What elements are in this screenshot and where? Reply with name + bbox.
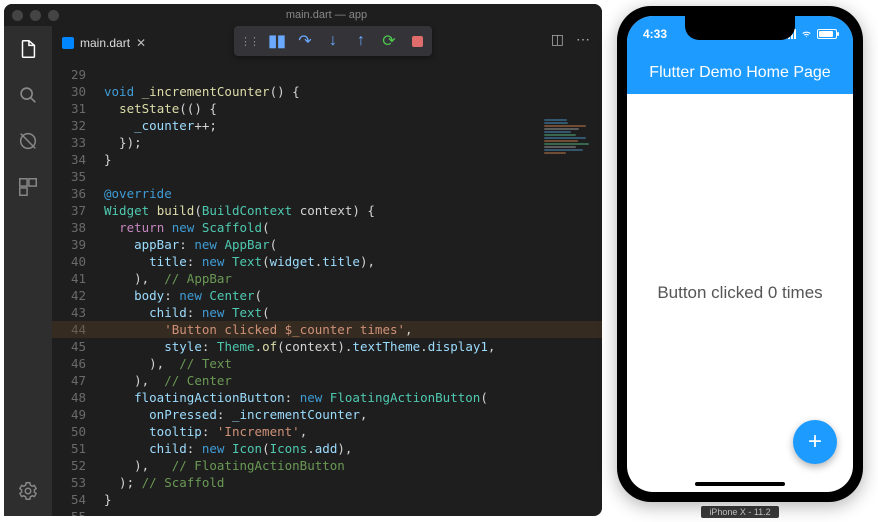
step-out-icon[interactable]: ↑ — [352, 32, 370, 50]
step-into-icon[interactable]: ↓ — [324, 32, 342, 50]
activity-bar — [4, 26, 52, 516]
line-gutter: 2930313233343536373839404142434445464748… — [52, 60, 98, 516]
debug-icon[interactable] — [15, 128, 41, 154]
titlebar: main.dart — app — [4, 4, 602, 26]
pause-icon[interactable]: ▮▮ — [268, 32, 286, 50]
more-actions-icon[interactable]: ⋯ — [576, 31, 590, 48]
debug-toolbar[interactable]: ⋮⋮ ▮▮ ↷ ↓ ↑ ⟳ — [234, 26, 432, 56]
app-bar: Flutter Demo Home Page — [627, 52, 853, 94]
drag-handle-icon[interactable]: ⋮⋮ — [240, 32, 258, 50]
fab-add-button[interactable]: + — [793, 420, 837, 464]
vscode-window: main.dart — app ⋮⋮ ▮▮ ↷ ↓ ↑ ⟳ ◫ ⋯ — [4, 4, 602, 516]
editor-area: main.dart ✕ 2930313233343536373839404142… — [52, 26, 602, 516]
wifi-icon — [800, 29, 813, 39]
editor-actions: ◫ ⋯ — [551, 31, 590, 48]
traffic-lights — [12, 10, 59, 21]
step-over-icon[interactable]: ↷ — [296, 32, 314, 50]
close-window-button[interactable] — [12, 10, 23, 21]
plus-icon: + — [808, 428, 822, 456]
search-icon[interactable] — [15, 82, 41, 108]
battery-icon — [817, 29, 837, 39]
hot-reload-icon[interactable]: ⟳ — [380, 32, 398, 50]
zoom-window-button[interactable] — [48, 10, 59, 21]
phone-notch — [685, 16, 795, 40]
counter-text: Button clicked 0 times — [657, 283, 822, 303]
simulator-panel: 4:33 Flutter Demo Home Page Button click… — [602, 0, 878, 522]
tab-main-dart[interactable]: main.dart ✕ — [52, 26, 156, 60]
minimize-window-button[interactable] — [30, 10, 41, 21]
home-indicator[interactable] — [695, 482, 785, 486]
code-content[interactable]: void _incrementCounter() { setState(() {… — [98, 60, 602, 516]
dart-file-icon — [62, 37, 74, 49]
phone-frame: 4:33 Flutter Demo Home Page Button click… — [617, 6, 863, 502]
settings-gear-icon[interactable] — [15, 478, 41, 504]
split-editor-icon[interactable]: ◫ — [551, 31, 564, 48]
stop-icon[interactable] — [408, 32, 426, 50]
explorer-icon[interactable] — [15, 36, 41, 62]
simulator-label: iPhone X - 11.2 — [701, 506, 778, 518]
extensions-icon[interactable] — [15, 174, 41, 200]
tab-filename: main.dart — [80, 36, 130, 50]
code-editor[interactable]: 2930313233343536373839404142434445464748… — [52, 60, 602, 516]
window-title: main.dart — app — [59, 9, 594, 21]
app-bar-title: Flutter Demo Home Page — [649, 64, 830, 82]
phone-screen: 4:33 Flutter Demo Home Page Button click… — [627, 16, 853, 492]
close-tab-icon[interactable]: ✕ — [136, 36, 146, 50]
status-time: 4:33 — [643, 27, 667, 41]
